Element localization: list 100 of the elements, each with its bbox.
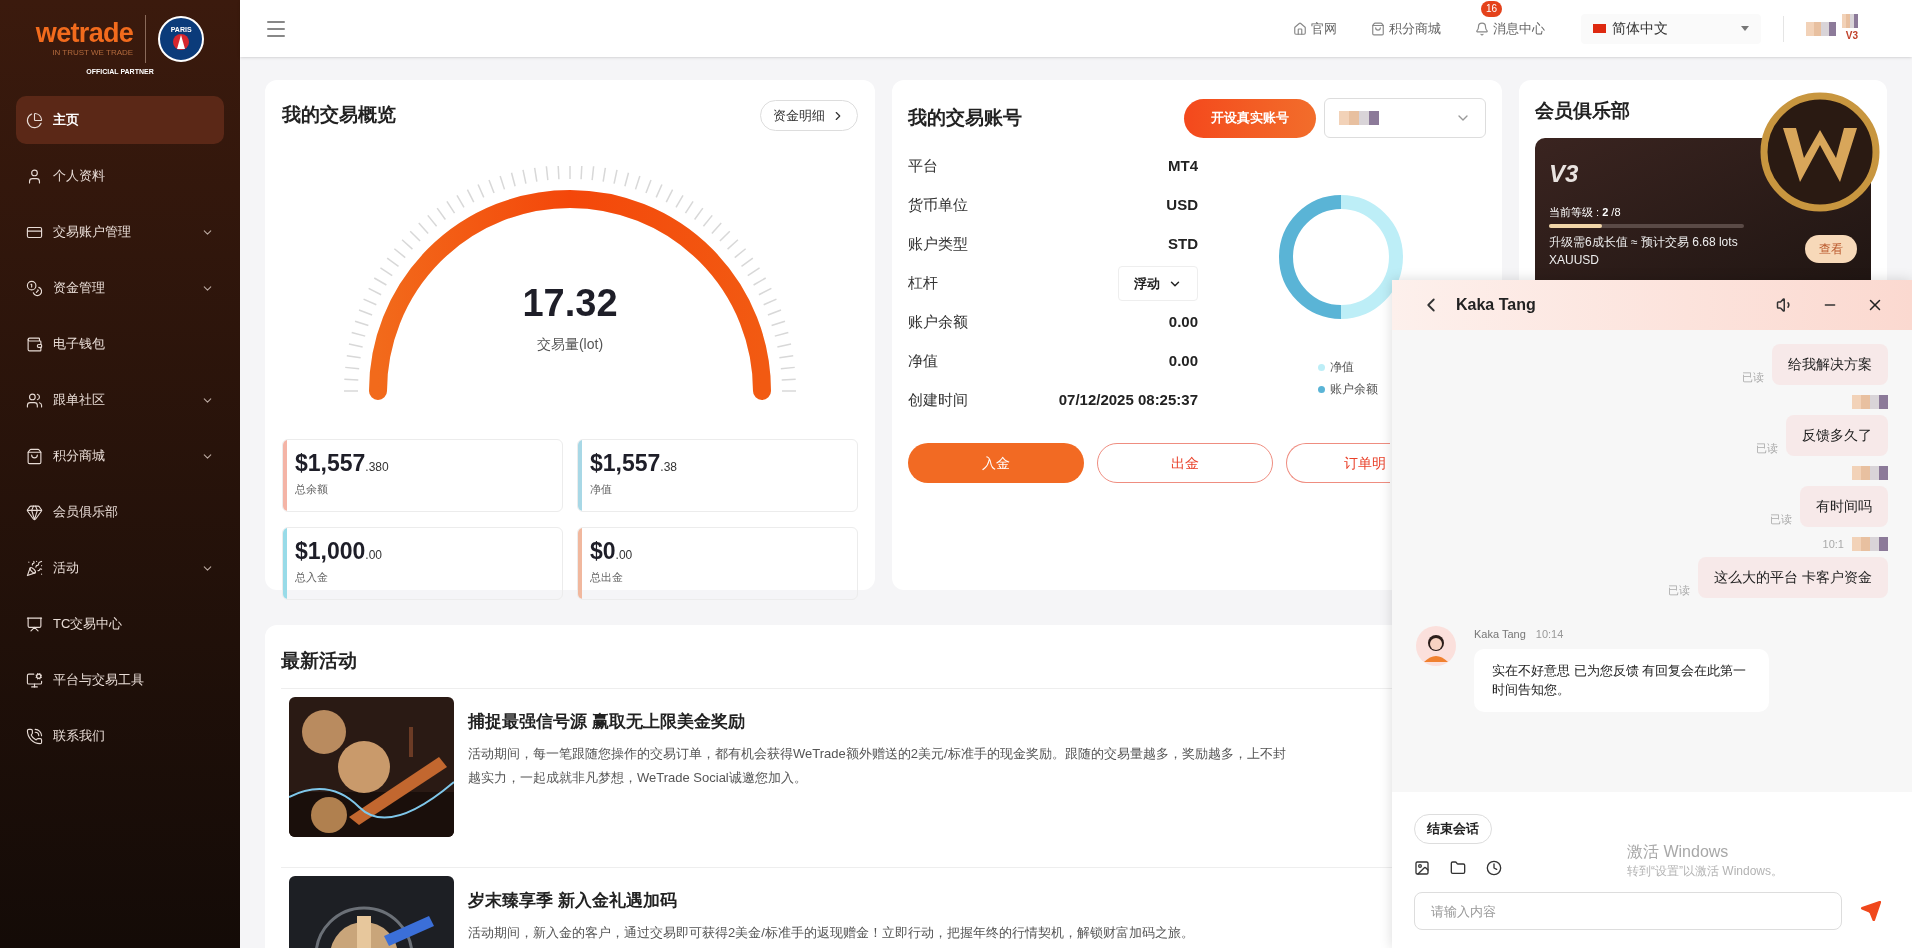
stat-decimals: .00 [615,548,633,564]
clock-icon[interactable] [1486,860,1502,876]
folder-icon[interactable] [1450,860,1466,876]
sidebar-label: 主页 [53,111,80,130]
sidebar-label: 联系我们 [53,727,106,746]
activity-title: 岁末臻享季 新入金礼遇加码 [468,889,678,912]
bag-icon [26,447,43,465]
redacted-block [1806,21,1836,36]
field-label: 创建时间 [908,390,968,411]
sidebar-label: 活动 [53,559,80,578]
sidebar-label: 跟单社区 [53,391,106,410]
message-bubble: 实在不好意思 已为您反馈 有回复会在此第一时间告知您。 [1474,648,1769,712]
brand-tagline: IN TRUST WE TRADE [52,49,134,58]
activity-description: 活动期间，新入金的客户，通过交易即可获得2美金/标准手的返现赠金！立即行动，把握年终的行情契机，解锁财富加码之旅。 [468,924,1194,942]
card-title: 最新活动 [281,650,357,671]
field-label: 平台 [908,156,938,177]
legend-label: 净值 [1330,359,1354,376]
field-label: 杠杆 [908,273,938,294]
current-level: 当前等级 : 2 /8 [1549,204,1622,220]
view-button[interactable]: 查看 [1805,235,1857,263]
language-select[interactable]: 简体中文 [1581,13,1761,44]
field-value: 0.00 [1168,312,1198,333]
caret-icon [1741,26,1749,31]
account-select[interactable] [1324,98,1486,138]
field-label: 账户余额 [908,312,968,333]
field-value: STD [1168,234,1198,255]
activity-title: 捕捉最强信号源 赢取无上限美金奖励 [468,710,746,733]
header-link[interactable]: 官网 [1293,18,1337,39]
sidebar-item[interactable]: 个人资料 [16,152,224,200]
sidebar-item[interactable]: 电子钱包 [16,320,224,368]
level-name: V3 [1549,158,1580,189]
sidebar-item[interactable]: 会员俱乐部 [16,488,224,536]
activity-description: 越实力，一起成就非凡梦想，WeTrade Social诚邀您加入。 [468,768,808,787]
gauge-value: 17.32 [522,284,618,322]
symbol-text: XAUUSD [1549,252,1600,269]
stat-amount: $1,557 [590,449,661,478]
send-icon[interactable] [1860,900,1882,922]
image-icon[interactable] [1414,860,1430,876]
upgrade-text: 升级需6成长值 ≈ 预计交易 6.68 lots [1549,234,1739,251]
activation-text: 转到“设置”以激活 Windows。 [1627,863,1783,880]
sidebar-item[interactable]: TC交易中心 [16,600,224,648]
bell-icon [1475,21,1489,36]
message-bubble: 反馈多久了 [1786,415,1888,456]
stat-label: 净值 [590,481,613,497]
stat-decimals: .38 [660,459,678,476]
wallet-icon [26,335,43,353]
card-title: 我的交易概览 [282,103,396,128]
sidebar-label: 个人资料 [53,167,106,186]
activity-description: 活动期间，每一笔跟随您操作的交易订单，都有机会获得WeTrade额外赠送的2美元/标准手的现金奖励。跟随的交易量越多，奖励越多，上不封 [468,745,1286,763]
field-label: 净值 [908,351,938,372]
users-icon [26,391,43,409]
message-time: 10:14 [1535,627,1564,642]
read-status: 已读 [1668,582,1691,598]
sidebar-item[interactable]: 交易账户管理 [16,208,224,256]
sidebar-label: TC交易中心 [53,615,124,634]
leverage-select[interactable]: 浮动 [1118,266,1198,301]
message-time: 10:1 [1822,536,1844,552]
sidebar-item[interactable]: 主页 [16,96,224,144]
activation-title: 激活 Windows [1627,842,1730,862]
sidebar-item[interactable]: 联系我们 [16,712,224,760]
card-title: 我的交易账号 [908,105,1023,130]
message-bubble: 给我解决方案 [1772,344,1888,385]
sidebar-label: 平台与交易工具 [53,671,145,690]
notification-badge: 16 [1481,0,1503,17]
presentation-icon [26,615,43,633]
sidebar-label: 积分商城 [53,447,106,466]
read-status: 已读 [1742,369,1764,385]
sidebar-label: 资金管理 [53,279,106,298]
tower-icon [172,33,191,52]
phone-icon [26,727,43,745]
party-icon [26,559,43,577]
redacted-block [1852,466,1888,480]
redacted-block [1842,14,1858,28]
stat-amount: $1,000 [295,537,366,566]
chat-title: Kaka Tang [1456,295,1537,315]
brand-logo: wetrade [35,20,134,48]
gauge-label: 交易量(lot) [536,335,604,354]
sidebar-item[interactable]: 跟单社区 [16,376,224,424]
field-value: USD [1166,195,1198,216]
sidebar-item[interactable]: 活动 [16,544,224,592]
user-icon [26,167,43,185]
header-link[interactable]: 积分商城 [1371,18,1441,39]
message-bubble: 有时间吗 [1800,486,1888,527]
home-icon [1293,21,1307,36]
message-bubble: 这么大的平台 卡客户资金 [1698,557,1888,598]
sidebar-item[interactable]: 资金管理 [16,264,224,312]
sidebar-label: 会员俱乐部 [53,503,119,522]
sidebar-item[interactable]: 平台与交易工具 [16,656,224,704]
message-input[interactable]: 请输入内容 [1414,892,1842,930]
read-status: 已读 [1756,440,1778,456]
stat-decimals: .380 [365,459,389,476]
field-value: 07/12/2025 08:25:37 [1058,390,1198,411]
field-value: 0.00 [1168,351,1198,372]
stat-label: 总入金 [295,569,329,585]
stat-decimals: .00 [365,548,383,562]
stat-label: 总出金 [590,569,624,585]
coins-icon [26,279,43,297]
read-status: 已读 [1770,511,1792,527]
stat-amount: $0 [590,537,616,566]
sidebar-item[interactable]: 积分商城 [16,432,224,480]
